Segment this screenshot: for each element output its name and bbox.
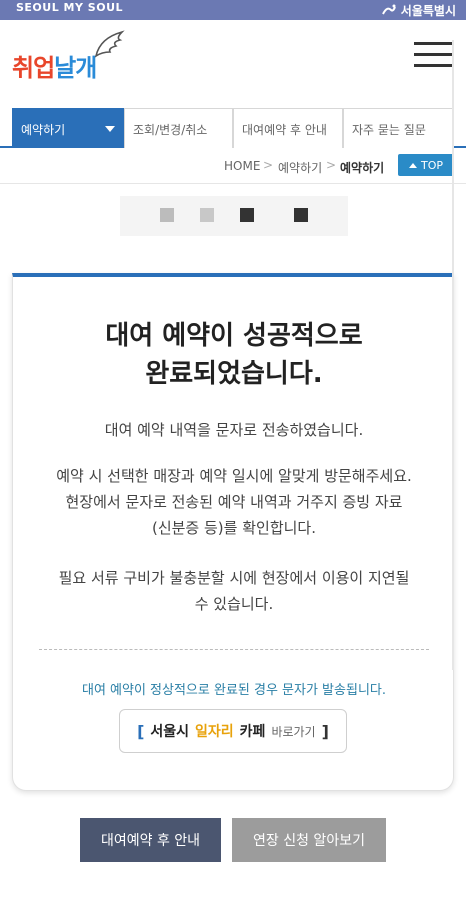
dashed-divider: [39, 649, 429, 650]
after-reservation-guide-button[interactable]: 대여예약 후 안내: [80, 818, 221, 862]
hamburger-menu-button[interactable]: [414, 42, 454, 74]
tab-lookup-label: 조회/변경/취소: [133, 123, 208, 137]
tab-after-reservation-guide[interactable]: 대여예약 후 안내: [233, 108, 343, 148]
extension-request-button[interactable]: 연장 신청 알아보기: [232, 818, 386, 862]
seoul-city-label: 서울특별시: [400, 4, 456, 18]
result-message-documents: 필요 서류 구비가 불충분할 시에 현장에서 이용이 지연될 수 있습니다.: [37, 565, 431, 617]
seoul-my-soul-brand: SEOUL MY SOUL: [16, 1, 124, 14]
chevron-down-icon: [105, 126, 115, 132]
result-title-line2: 완료되었습니다.: [145, 359, 323, 389]
result-title: 대여 예약이 성공적으로 완료되었습니다.: [13, 317, 455, 393]
result-title-line1: 대여 예약이 성공적으로: [105, 321, 363, 351]
step-2-icon: [200, 208, 214, 222]
breadcrumb-chevron-icon: >: [263, 158, 274, 172]
bracket-left-icon: [: [137, 721, 145, 741]
visit-line3: (신분증 등)를 확인합니다.: [151, 519, 316, 537]
reservation-result-card: 대여 예약이 성공적으로 완료되었습니다. 대여 예약 내역을 문자로 전송하였…: [12, 273, 454, 791]
tab-lookup-change-cancel[interactable]: 조회/변경/취소: [124, 108, 233, 148]
cafe-label-job: 일자리: [195, 724, 234, 740]
seoul-city-link[interactable]: 서울특별시: [381, 2, 456, 19]
hamburger-menu-icon: [414, 42, 454, 45]
documents-line2: 수 있습니다.: [194, 595, 274, 613]
logo-text-part1: 취업: [12, 54, 55, 82]
scrollbar[interactable]: [452, 40, 454, 670]
cafe-label-seoul: 서울시: [150, 724, 190, 740]
breadcrumb-current: 예약하기: [340, 161, 385, 175]
tab-faq-label: 자주 묻는 질문: [352, 123, 426, 137]
visit-line2: 현장에서 문자로 전송된 예약 내역과 거주지 증빙 자료: [65, 493, 403, 511]
hamburger-line: [414, 64, 454, 67]
tab-after-guide-label: 대여예약 후 안내: [242, 123, 327, 137]
breadcrumb-chevron-icon: >: [326, 158, 337, 172]
hamburger-line: [414, 53, 454, 56]
tab-reservation[interactable]: 예약하기: [12, 108, 124, 148]
step-1-icon: [160, 208, 174, 222]
breadcrumb: HOME > 예약하기 > 예약하기 TOP: [0, 150, 466, 184]
scroll-top-button[interactable]: TOP: [398, 154, 454, 176]
seoul-logo-icon: [381, 4, 396, 14]
result-message-sms: 대여 예약 내역을 문자로 전송하였습니다.: [104, 421, 364, 439]
breadcrumb-level1[interactable]: 예약하기: [278, 159, 322, 176]
visit-line1: 예약 시 선택한 매장과 예약 일시에 알맞게 방문해주세요.: [56, 467, 412, 485]
step-indicator: [120, 196, 348, 236]
arrow-up-icon: [408, 162, 417, 168]
cafe-label-cafe: 카페: [239, 724, 266, 740]
sms-notice: 대여 예약이 정상적으로 완료된 경우 문자가 발송됩니다.: [81, 683, 386, 698]
site-logo[interactable]: 취업날개: [12, 48, 97, 83]
bracket-right-icon: ]: [321, 721, 329, 741]
step-3-icon: [240, 208, 254, 222]
site-header: 취업날개: [0, 20, 466, 96]
wing-icon: [94, 30, 125, 58]
tab-reservation-label: 예약하기: [21, 123, 66, 137]
job-cafe-link-button[interactable]: [ 서울시 일자리 카페 바로가기 ]: [119, 709, 347, 753]
breadcrumb-home[interactable]: HOME: [224, 159, 260, 173]
cafe-label-shortcut: 바로가기: [271, 724, 316, 739]
top-banner: SEOUL MY SOUL 서울특별시: [0, 0, 466, 20]
result-message-visit: 예약 시 선택한 매장과 예약 일시에 알맞게 방문해주세요. 현장에서 문자로…: [37, 463, 431, 541]
scroll-top-label: TOP: [420, 158, 443, 172]
tab-bar: 예약하기 조회/변경/취소 대여예약 후 안내 자주 묻는 질문: [0, 106, 466, 148]
tab-faq[interactable]: 자주 묻는 질문: [343, 108, 454, 148]
documents-line1: 필요 서류 구비가 불충분할 시에 현장에서 이용이 지연될: [58, 569, 410, 587]
step-4-icon: [294, 208, 308, 222]
logo-text-part2: 날개: [54, 54, 97, 82]
